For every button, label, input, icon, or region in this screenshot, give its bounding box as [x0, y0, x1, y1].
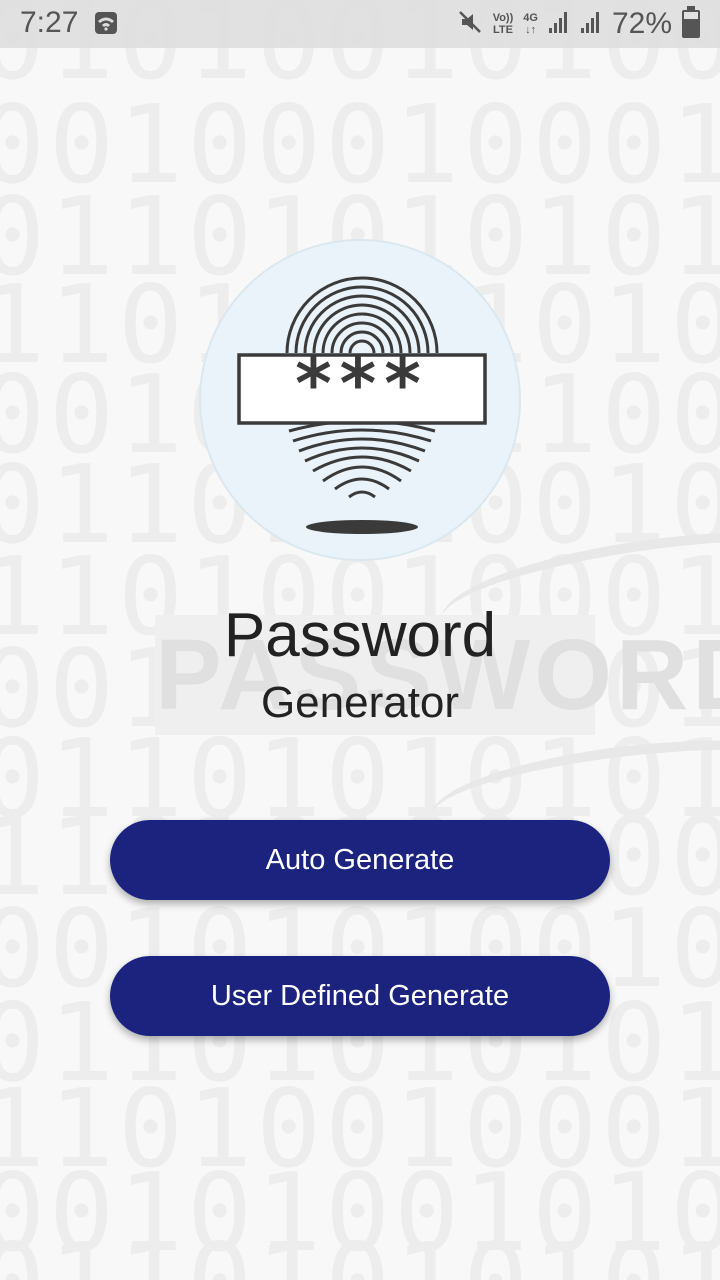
status-icons: Vo)) LTE 4G ↓↑ 72%: [457, 6, 700, 42]
auto-generate-button[interactable]: Auto Generate: [110, 820, 610, 900]
network-type-icon: 4G ↓↑: [523, 12, 538, 36]
wifi-icon: [95, 12, 117, 34]
network-type-label: 4G: [523, 12, 538, 24]
battery-percent: 72%: [611, 7, 672, 40]
app-logo: ***: [199, 239, 521, 561]
status-time: 7:27: [20, 6, 79, 39]
status-bar: 7:27 Vo)) LTE 4G ↓↑ 72%: [0, 0, 720, 48]
signal-icon: [580, 10, 602, 39]
volte-label-bottom: LTE: [492, 24, 513, 36]
volte-icon: Vo)) LTE: [493, 12, 514, 36]
page-title: Password: [223, 601, 497, 670]
signal-icon: [548, 10, 570, 39]
mute-icon: [457, 9, 483, 40]
password-mask-text: ***: [295, 343, 429, 425]
page-subtitle: Generator: [260, 678, 460, 727]
fingerprint-password-icon: ***: [237, 276, 487, 534]
volte-label-top: Vo)): [492, 12, 514, 24]
battery-level-fill: [684, 18, 698, 36]
battery-icon: [682, 6, 700, 38]
network-arrows: ↓↑: [525, 24, 537, 36]
user-defined-generate-button[interactable]: User Defined Generate: [110, 956, 610, 1036]
